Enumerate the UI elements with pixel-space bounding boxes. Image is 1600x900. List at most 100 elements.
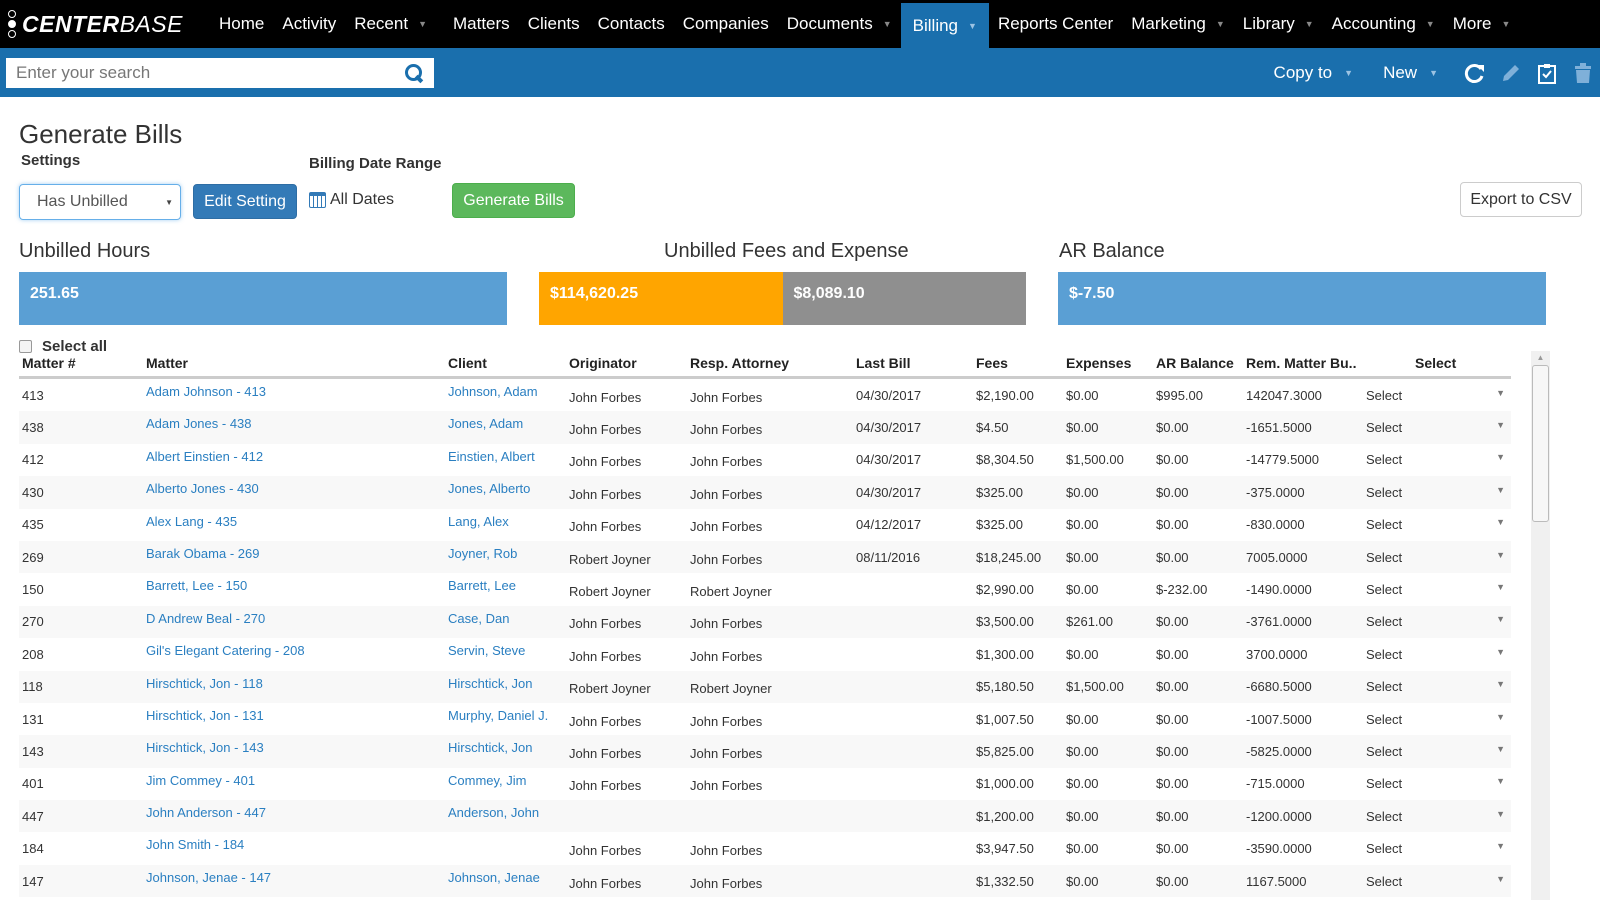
row-select-dropdown[interactable]: Select ▼ [1363,647,1511,662]
export-csv-button[interactable]: Export to CSV [1460,182,1582,217]
table-row[interactable]: 150 Barrett, Lee - 150 Barrett, Lee Robert … [19,573,1511,605]
col-originator[interactable]: Originator [566,355,687,371]
cell-matter-link[interactable]: Albert Einstien - 412 [143,444,445,464]
copy-to-button[interactable]: Copy to ▼ [1274,63,1354,83]
col-ar-balance[interactable]: AR Balance [1153,355,1243,371]
cell-client-link[interactable]: Commey, Jim [445,768,566,788]
cell-matter-link[interactable]: D Andrew Beal - 270 [143,606,445,626]
chevron-down-icon[interactable]: ▼ [1496,776,1505,791]
cell-matter-link[interactable]: Adam Jones - 438 [143,411,445,431]
chevron-down-icon[interactable]: ▼ [1496,614,1505,629]
col-last-bill[interactable]: Last Bill [853,355,973,371]
cell-matter-link[interactable]: Alex Lang - 435 [143,509,445,529]
cell-client-link[interactable]: Joyner, Rob [445,541,566,561]
cell-client-link[interactable]: Hirschtick, Jon [445,671,566,691]
nav-item-reports-center[interactable]: Reports Center [989,0,1122,48]
nav-item-activity[interactable]: Activity [273,0,345,48]
col-select[interactable]: Select [1363,355,1511,371]
col-client[interactable]: Client [445,355,566,371]
table-row[interactable]: 131 Hirschtick, Jon - 131 Murphy, Daniel J… [19,703,1511,735]
chevron-down-icon[interactable]: ▼ [1496,388,1505,403]
cell-matter-link[interactable]: Alberto Jones - 430 [143,476,445,496]
chevron-down-icon[interactable]: ▼ [1496,744,1505,759]
cell-client-link[interactable]: Servin, Steve [445,638,566,658]
cell-matter-link[interactable]: Johnson, Jenae - 147 [143,865,445,885]
row-select-dropdown[interactable]: Select ▼ [1363,420,1511,435]
cell-matter-link[interactable]: Hirschtick, Jon - 131 [143,703,445,723]
nav-item-home[interactable]: Home [210,0,273,48]
edit-setting-button[interactable]: Edit Setting [193,184,297,219]
cell-matter-link[interactable]: Hirschtick, Jon - 143 [143,735,445,755]
col-rem-matter-budget[interactable]: Rem. Matter Bu.. [1243,355,1363,371]
nav-item-matters[interactable]: Matters [444,0,519,48]
chevron-down-icon[interactable]: ▼ [1496,874,1505,889]
cell-matter-link[interactable]: Barak Obama - 269 [143,541,445,561]
search-input[interactable] [16,62,404,83]
row-select-dropdown[interactable]: Select ▼ [1363,744,1511,759]
table-row[interactable]: 438 Adam Jones - 438 Jones, Adam John Forbe… [19,411,1511,444]
edit-pencil-icon[interactable] [1498,60,1524,86]
table-row[interactable]: 184 John Smith - 184 John Forbes John Forbe… [19,832,1511,864]
cell-client-link[interactable]: Johnson, Adam [445,379,566,399]
cell-client-link[interactable]: Jones, Alberto [445,476,566,496]
nav-item-clients[interactable]: Clients [519,0,589,48]
row-select-dropdown[interactable]: Select ▼ [1363,485,1511,500]
billing-date-range-picker[interactable]: All Dates [309,191,394,209]
col-matter[interactable]: Matter [143,355,445,371]
row-select-dropdown[interactable]: Select ▼ [1363,776,1511,791]
settings-select[interactable]: Has Unbilled ▼ [19,184,181,220]
row-select-dropdown[interactable]: Select ▼ [1363,388,1511,403]
nav-item-contacts[interactable]: Contacts [589,0,674,48]
cell-matter-link[interactable]: Adam Johnson - 413 [143,379,445,399]
row-select-dropdown[interactable]: Select ▼ [1363,517,1511,532]
col-expenses[interactable]: Expenses [1063,355,1153,371]
refresh-icon[interactable] [1462,60,1488,86]
chevron-down-icon[interactable]: ▼ [1501,19,1510,29]
col-matter-number[interactable]: Matter # [19,355,143,371]
nav-item-more[interactable]: More ▼ [1444,0,1520,48]
table-row[interactable]: 208 Gil's Elegant Catering - 208 Servin, S… [19,638,1511,670]
cell-client-link[interactable]: Hirschtick, Jon [445,735,566,755]
table-row[interactable]: 270 D Andrew Beal - 270 Case, Dan John Forb… [19,605,1511,639]
table-row[interactable]: 269 Barak Obama - 269 Joyner, Rob Robert Jo… [19,540,1511,574]
search-icon[interactable] [404,63,424,83]
chevron-down-icon[interactable]: ▼ [1496,485,1505,500]
chevron-down-icon[interactable]: ▼ [883,19,892,29]
chevron-down-icon[interactable]: ▼ [1496,420,1505,435]
nav-item-marketing[interactable]: Marketing ▼ [1122,0,1234,48]
centerbase-logo[interactable]: CENTERBASE [0,0,210,48]
cell-matter-link[interactable]: John Anderson - 447 [143,800,445,820]
nav-item-billing[interactable]: Billing ▼ [900,3,989,48]
row-select-dropdown[interactable]: Select ▼ [1363,679,1511,694]
row-select-dropdown[interactable]: Select ▼ [1363,614,1511,629]
chevron-down-icon[interactable]: ▼ [418,19,427,29]
cell-client-link[interactable]: Case, Dan [445,606,566,626]
chevron-down-icon[interactable]: ▼ [1426,19,1435,29]
table-row[interactable]: 430 Alberto Jones - 430 Jones, Alberto John… [19,476,1511,509]
table-row[interactable]: 118 Hirschtick, Jon - 118 Hirschtick, Jon R… [19,670,1511,703]
row-select-dropdown[interactable]: Select ▼ [1363,582,1511,597]
chevron-down-icon[interactable]: ▼ [968,21,977,31]
cell-client-link[interactable]: Anderson, John [445,800,566,820]
nav-item-companies[interactable]: Companies [674,0,778,48]
row-select-dropdown[interactable]: Select ▼ [1363,841,1511,856]
table-row[interactable]: 401 Jim Commey - 401 Commey, Jim John Forbe… [19,768,1511,800]
cell-client-link[interactable]: Lang, Alex [445,509,566,529]
new-button[interactable]: New ▼ [1383,63,1438,83]
cell-matter-link[interactable]: Barrett, Lee - 150 [143,573,445,593]
chevron-down-icon[interactable]: ▼ [1496,647,1505,662]
cell-matter-link[interactable]: Jim Commey - 401 [143,768,445,788]
scroll-up-arrow-icon[interactable]: ▲ [1531,351,1550,365]
chevron-down-icon[interactable]: ▼ [1216,19,1225,29]
chevron-down-icon[interactable]: ▼ [1496,517,1505,532]
row-select-dropdown[interactable]: Select ▼ [1363,550,1511,565]
vertical-scrollbar[interactable]: ▲ [1531,351,1550,900]
nav-item-recent[interactable]: Recent ▼ [345,0,436,48]
cell-client-link[interactable]: Murphy, Daniel J. [445,703,566,723]
chevron-down-icon[interactable]: ▼ [1496,582,1505,597]
table-row[interactable]: 413 Adam Johnson - 413 Johnson, Adam John F… [19,379,1511,411]
row-select-dropdown[interactable]: Select ▼ [1363,452,1511,467]
chevron-down-icon[interactable]: ▼ [1496,841,1505,856]
cell-matter-link[interactable]: Gil's Elegant Catering - 208 [143,638,445,658]
cell-client-link[interactable] [445,832,566,837]
